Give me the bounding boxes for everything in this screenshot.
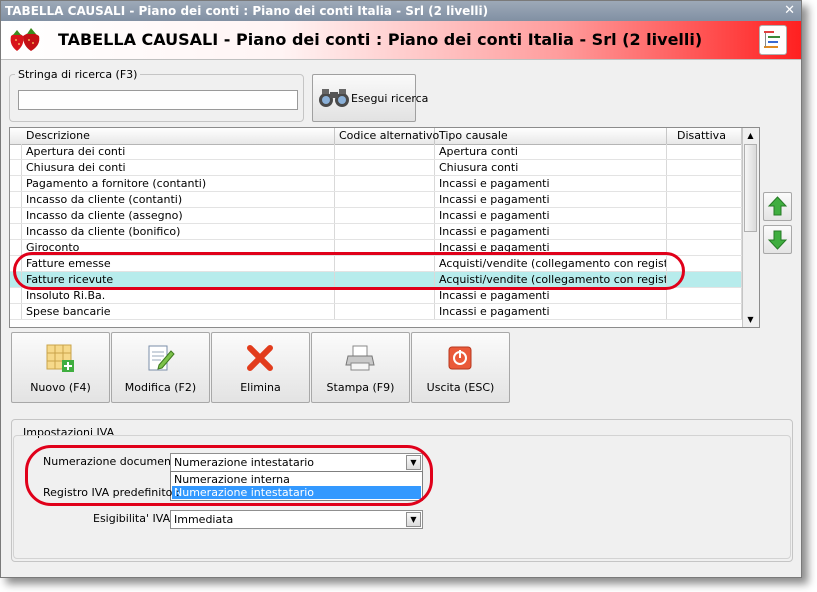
cell-disattiva	[667, 304, 742, 319]
delete-button-label: Elimina	[240, 381, 281, 394]
cell-descrizione: Apertura dei conti	[22, 144, 335, 159]
table-row[interactable]: Incasso da cliente (contanti) Incassi e …	[10, 192, 742, 208]
cell-descrizione: Pagamento a fornitore (contanti)	[22, 176, 335, 191]
cell-tipo: Incassi e pagamenti	[435, 304, 667, 319]
cell-codice	[335, 176, 435, 191]
row-indicator	[10, 192, 22, 207]
causali-table: Descrizione Codice alternativo Tipo caus…	[9, 127, 760, 328]
cell-tipo: Chiusura conti	[435, 160, 667, 175]
arrow-up-icon	[767, 196, 788, 216]
cell-tipo: Incassi e pagamenti	[435, 224, 667, 239]
column-header-disattiva[interactable]: Disattiva	[667, 128, 742, 144]
cell-descrizione: Incasso da cliente (bonifico)	[22, 224, 335, 239]
new-button-label: Nuovo (F4)	[30, 381, 91, 394]
row-indicator	[10, 160, 22, 175]
cell-descrizione: Incasso da cliente (assegno)	[22, 208, 335, 223]
table-row[interactable]: Spese bancarie Incassi e pagamenti	[10, 304, 742, 320]
column-header-descrizione[interactable]: Descrizione	[22, 128, 335, 144]
close-icon[interactable]: ✕	[784, 1, 795, 21]
row-indicator	[10, 224, 22, 239]
row-indicator	[10, 208, 22, 223]
table-row[interactable]: Pagamento a fornitore (contanti) Incassi…	[10, 176, 742, 192]
cell-disattiva	[667, 288, 742, 303]
cell-descrizione: Spese bancarie	[22, 304, 335, 319]
edit-button[interactable]: Modifica (F2)	[111, 332, 210, 403]
cell-codice	[335, 208, 435, 223]
table-row[interactable]: Chiusura dei conti Chiusura conti	[10, 160, 742, 176]
new-record-icon	[46, 344, 74, 372]
highlight-oval-rows	[13, 252, 685, 290]
cell-disattiva	[667, 160, 742, 175]
print-button-label: Stampa (F9)	[326, 381, 395, 394]
cell-descrizione: Incasso da cliente (contanti)	[22, 192, 335, 207]
move-up-button[interactable]	[763, 192, 792, 221]
chevron-down-icon[interactable]: ▼	[406, 512, 421, 527]
cell-tipo: Incassi e pagamenti	[435, 288, 667, 303]
row-indicator	[10, 176, 22, 191]
cell-codice	[335, 224, 435, 239]
cell-disattiva	[667, 192, 742, 207]
table-header: Descrizione Codice alternativo Tipo caus…	[10, 128, 742, 145]
arrow-down-icon	[767, 230, 788, 250]
row-indicator	[10, 304, 22, 319]
column-header-codice-alternativo[interactable]: Codice alternativo	[335, 128, 439, 144]
cell-disattiva	[667, 240, 742, 255]
print-button[interactable]: Stampa (F9)	[311, 332, 410, 403]
binoculars-icon	[319, 89, 349, 107]
esigibilita-label: Esigibilita' IVA :	[93, 512, 178, 525]
title-bar: TABELLA CAUSALI - Piano dei conti : Pian…	[1, 1, 801, 21]
cell-descrizione: Chiusura dei conti	[22, 160, 335, 175]
cell-codice	[335, 160, 435, 175]
cell-codice	[335, 192, 435, 207]
search-button[interactable]: Esegui ricerca	[312, 74, 428, 122]
main-window: TABELLA CAUSALI - Piano dei conti : Pian…	[0, 0, 802, 578]
cell-descrizione: Insoluto Ri.Ba.	[22, 288, 335, 303]
cell-codice	[335, 304, 435, 319]
cell-disattiva	[667, 208, 742, 223]
table-row[interactable]: Apertura dei conti Apertura conti	[10, 144, 742, 160]
edit-button-label: Modifica (F2)	[124, 381, 197, 394]
highlight-oval-iva	[25, 445, 433, 506]
delete-button[interactable]: Elimina	[211, 332, 310, 403]
esigibilita-select[interactable]: Immediata ▼	[170, 510, 423, 529]
table-row[interactable]: Incasso da cliente (bonifico) Incassi e …	[10, 224, 742, 240]
window-title: TABELLA CAUSALI - Piano dei conti : Pian…	[5, 4, 489, 18]
cell-tipo: Apertura conti	[435, 144, 667, 159]
page-title: TABELLA CAUSALI - Piano dei conti : Pian…	[58, 30, 703, 49]
row-indicator	[10, 288, 22, 303]
exit-button[interactable]: Uscita (ESC)	[411, 332, 510, 403]
strawberry-logo-icon	[10, 28, 40, 51]
cell-disattiva	[667, 144, 742, 159]
cell-disattiva	[667, 224, 742, 239]
column-header-tipo-causale[interactable]: Tipo causale	[435, 128, 667, 144]
search-input[interactable]	[18, 90, 298, 110]
move-down-button[interactable]	[763, 225, 792, 254]
table-row[interactable]: Insoluto Ri.Ba. Incassi e pagamenti	[10, 288, 742, 304]
header-banner: TABELLA CAUSALI - Piano dei conti : Pian…	[1, 21, 801, 60]
cell-tipo: Incassi e pagamenti	[435, 192, 667, 207]
tree-view-icon[interactable]	[759, 25, 787, 55]
table-scrollbar[interactable]: ▲ ▼	[742, 128, 759, 327]
cell-tipo: Incassi e pagamenti	[435, 176, 667, 191]
exit-button-label: Uscita (ESC)	[426, 381, 495, 394]
row-indicator	[10, 144, 22, 159]
cell-disattiva	[667, 176, 742, 191]
printer-icon	[345, 345, 375, 371]
delete-x-icon	[247, 345, 273, 371]
search-button-label: Esegui ricerca	[351, 92, 429, 105]
power-icon	[448, 346, 472, 370]
search-legend: Stringa di ricerca (F3)	[15, 68, 141, 81]
table-row[interactable]: Incasso da cliente (assegno) Incassi e p…	[10, 208, 742, 224]
new-button[interactable]: Nuovo (F4)	[11, 332, 110, 403]
cell-codice	[335, 288, 435, 303]
esigibilita-value: Immediata	[174, 513, 234, 526]
scroll-up-icon[interactable]: ▲	[744, 129, 757, 142]
cell-tipo: Incassi e pagamenti	[435, 208, 667, 223]
edit-document-icon	[148, 345, 175, 371]
row-indicator	[10, 240, 22, 255]
cell-codice	[335, 144, 435, 159]
scroll-down-icon[interactable]: ▼	[744, 313, 757, 326]
scroll-thumb[interactable]	[744, 144, 757, 232]
